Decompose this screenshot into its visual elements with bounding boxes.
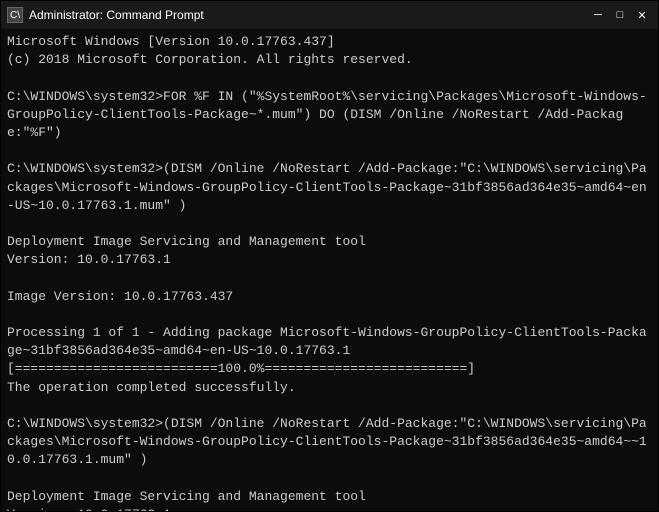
title-bar-controls: ─ □ ✕ xyxy=(588,6,652,24)
window-title: Administrator: Command Prompt xyxy=(29,8,204,22)
app-icon: C\ xyxy=(7,7,23,23)
close-button[interactable]: ✕ xyxy=(632,6,652,24)
title-bar: C\ Administrator: Command Prompt ─ □ ✕ xyxy=(1,1,658,29)
command-prompt-window: C\ Administrator: Command Prompt ─ □ ✕ M… xyxy=(0,0,659,512)
minimize-button[interactable]: ─ xyxy=(588,6,608,24)
console-output: Microsoft Windows [Version 10.0.17763.43… xyxy=(1,29,658,511)
maximize-button[interactable]: □ xyxy=(610,6,630,24)
title-bar-left: C\ Administrator: Command Prompt xyxy=(7,7,204,23)
